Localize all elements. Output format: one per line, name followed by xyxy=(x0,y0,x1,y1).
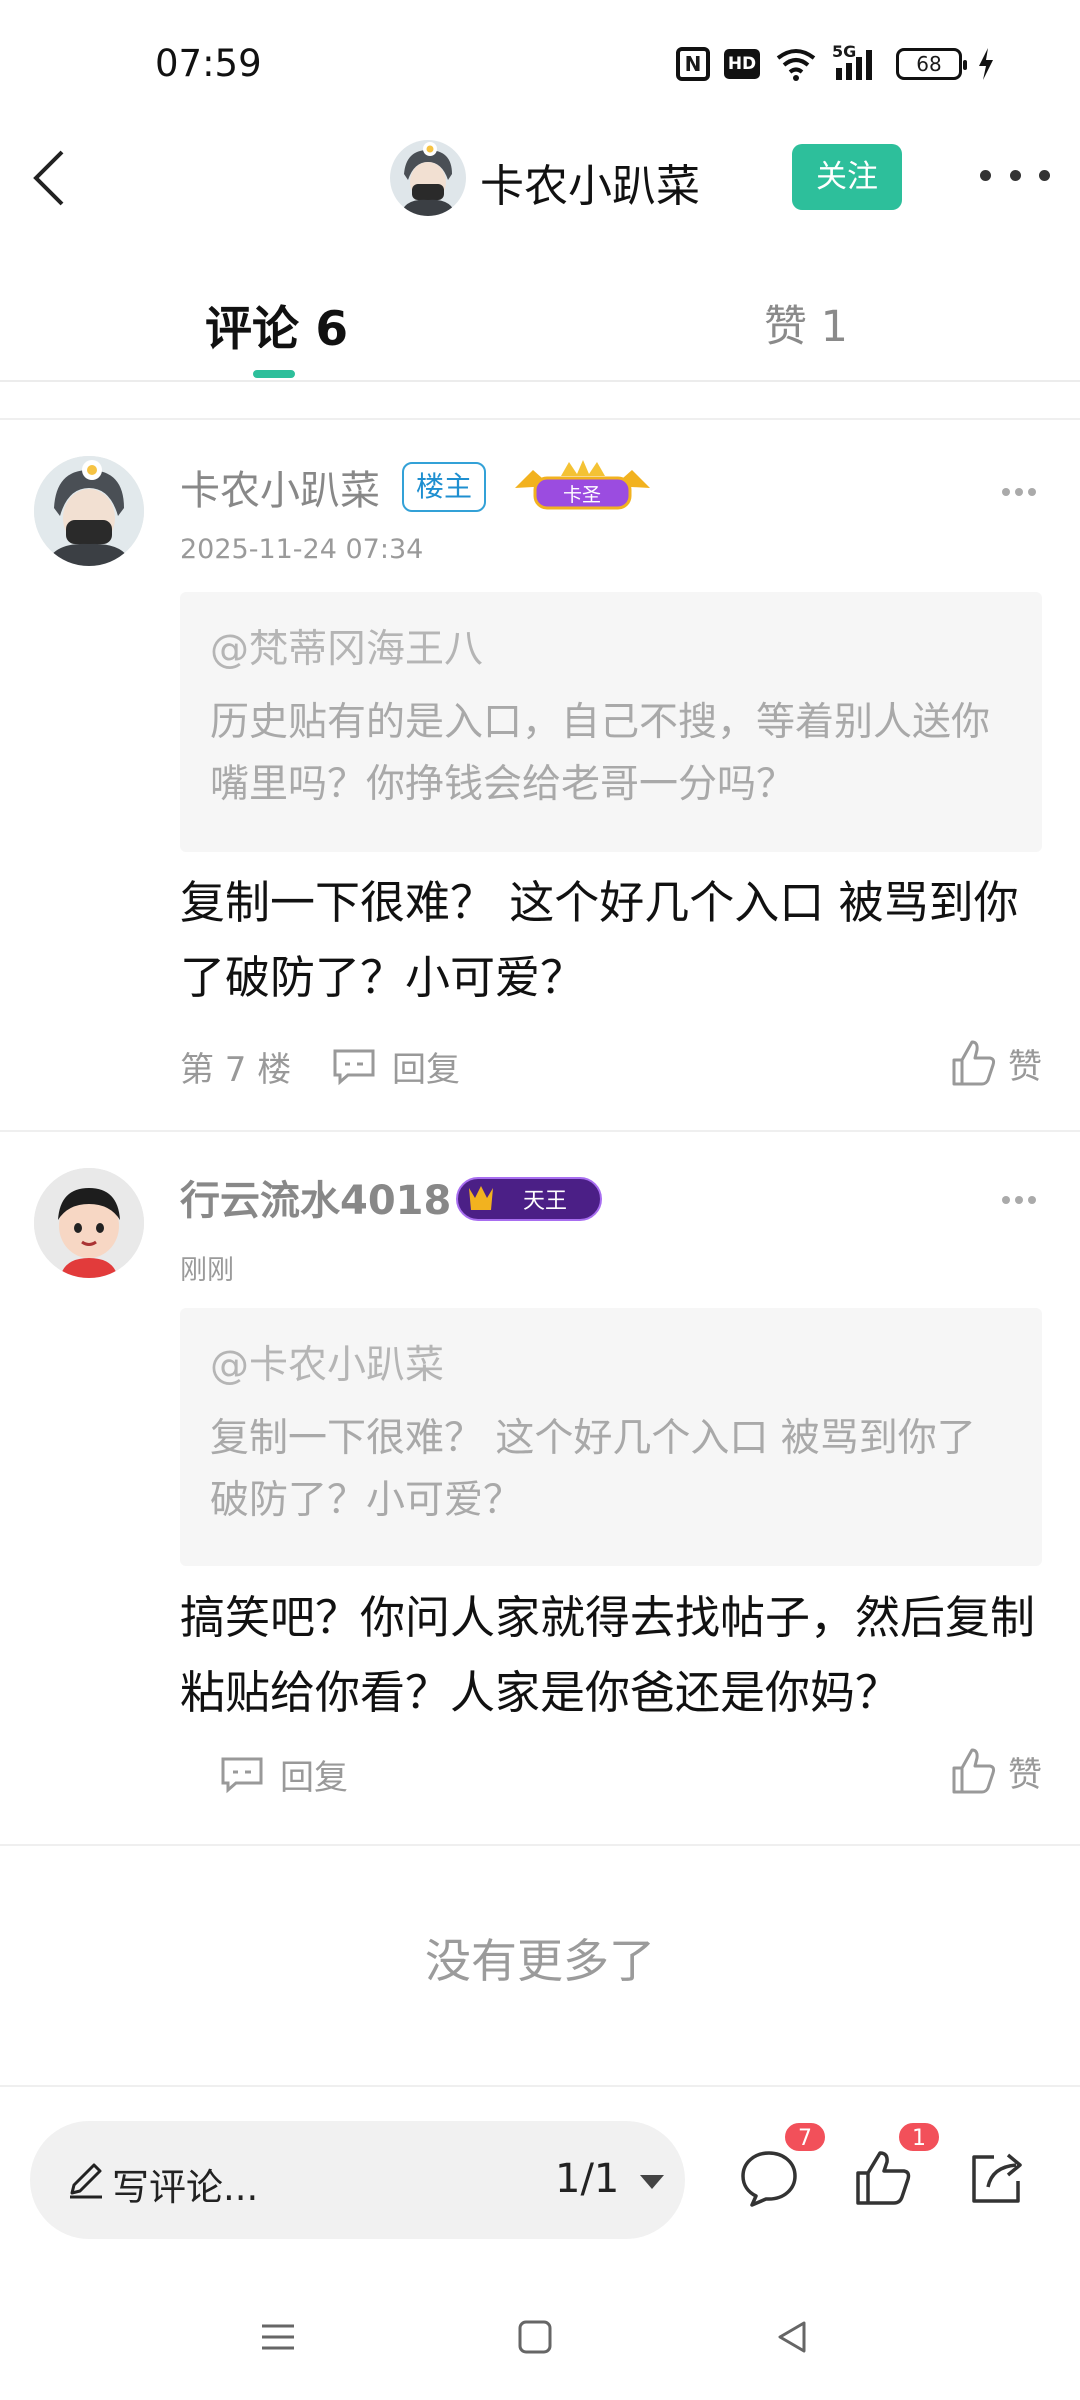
like-count-badge: 1 xyxy=(897,2121,941,2153)
reply-label: 回复 xyxy=(280,1758,348,1798)
header: 卡农小趴菜 关注 xyxy=(0,130,1080,230)
header-title[interactable]: 卡农小趴菜 xyxy=(480,150,700,214)
more-options-icon[interactable] xyxy=(980,150,1050,200)
comment-time: 2025-11-24 07:34 xyxy=(180,534,424,565)
wifi-icon xyxy=(774,46,818,82)
like-button[interactable]: 赞 xyxy=(948,1038,1042,1088)
level-badge-text: 天王 xyxy=(523,1189,567,1214)
share-icon[interactable] xyxy=(966,2147,1028,2209)
level-badge-crown: 卡圣 xyxy=(505,458,660,516)
reply-icon xyxy=(221,1757,263,1793)
avatar[interactable] xyxy=(34,456,144,566)
like-button[interactable]: 赞 xyxy=(948,1746,1042,1796)
quoted-comment[interactable]: @卡农小趴菜 复制一下很难？ 这个好几个入口 被骂到你了破防了？小可爱？ xyxy=(180,1308,1042,1566)
thumbs-up-icon[interactable] xyxy=(852,2147,914,2209)
header-avatar[interactable] xyxy=(390,140,466,216)
signal-5g-icon: 5G xyxy=(832,42,882,82)
quoted-text: 复制一下很难？ 这个好几个入口 被骂到你了破防了？小可爱？ xyxy=(210,1416,976,1523)
status-bar: 07:59 N HD 5G 68 xyxy=(0,0,1080,130)
level-badge-text: 卡圣 xyxy=(563,484,601,506)
thumbs-up-icon xyxy=(952,1040,996,1086)
comment-input[interactable]: 写评论... 1/1 xyxy=(30,2121,685,2239)
comment-username[interactable]: 行云流水4018 xyxy=(180,1168,451,1226)
comment-item: 卡农小趴菜 楼主 卡圣 2025-11-24 07:34 @梵蒂冈海王八 历史贴… xyxy=(0,420,1080,1130)
floor-number: 第 7 楼 xyxy=(180,1050,292,1090)
divider xyxy=(0,1844,1080,1846)
reply-button[interactable]: 回复 xyxy=(330,1042,460,1091)
home-icon[interactable] xyxy=(515,2317,555,2357)
battery-icon: 68 xyxy=(896,48,967,80)
avatar[interactable] xyxy=(34,1168,144,1278)
like-label: 赞 xyxy=(1008,1046,1042,1087)
status-icons: N HD 5G 68 xyxy=(676,42,996,82)
quoted-username: @梵蒂冈海王八 xyxy=(210,627,484,672)
comment-time: 刚刚 xyxy=(180,1255,234,1286)
tab-likes[interactable]: 赞 1 xyxy=(764,292,848,354)
comment-body: 复制一下很难？ 这个好几个入口 被骂到你了破防了？小可爱？ xyxy=(180,876,1019,1004)
status-time: 07:59 xyxy=(155,42,262,85)
quoted-comment[interactable]: @梵蒂冈海王八 历史贴有的是入口，自己不搜，等着别人送你嘴里吗？你挣钱会给老哥一… xyxy=(180,592,1042,852)
like-label: 赞 xyxy=(1008,1754,1042,1795)
page-indicator[interactable]: 1/1 xyxy=(555,2156,619,2202)
comment-username[interactable]: 卡农小趴菜 xyxy=(180,458,380,516)
reply-button[interactable]: 回复 xyxy=(218,1750,348,1799)
tab-bar: 评论 6 赞 1 xyxy=(0,270,1080,382)
comment-more-icon[interactable] xyxy=(1002,1196,1036,1208)
back-triangle-icon[interactable] xyxy=(772,2317,812,2357)
charging-icon xyxy=(976,46,996,82)
follow-button[interactable]: 关注 xyxy=(792,144,902,210)
comment-body: 搞笑吧？你问人家就得去找帖子，然后复制粘贴给你看？人家是你爸还是你妈？ xyxy=(180,1591,1036,1719)
comment-item: 行云流水4018 天王 刚刚 @卡农小趴菜 复制一下很难？ 这个好几个入口 被骂… xyxy=(0,1132,1080,1842)
network-label: 5G xyxy=(832,42,857,61)
thumbs-up-icon xyxy=(952,1748,996,1794)
bottom-action-bar: 写评论... 1/1 7 1 xyxy=(0,2085,1080,2275)
tab-comments[interactable]: 评论 6 xyxy=(205,290,348,359)
back-icon[interactable] xyxy=(22,142,92,212)
reply-label: 回复 xyxy=(392,1050,460,1090)
no-more-text: 没有更多了 xyxy=(425,1934,655,1988)
quoted-username: @卡农小趴菜 xyxy=(210,1343,445,1388)
menu-icon[interactable] xyxy=(258,2317,298,2357)
pencil-icon xyxy=(70,2163,102,2199)
nfc-icon: N xyxy=(676,47,710,81)
comment-more-icon[interactable] xyxy=(1002,488,1036,500)
chevron-down-icon[interactable] xyxy=(638,2173,666,2191)
tab-active-indicator xyxy=(253,370,295,378)
comment-count-badge: 7 xyxy=(783,2121,827,2153)
quoted-text: 历史贴有的是入口，自己不搜，等着别人送你嘴里吗？你挣钱会给老哥一分吗？ xyxy=(210,700,991,807)
level-badge-king: 天王 xyxy=(455,1174,603,1224)
hd-icon: HD xyxy=(724,49,760,79)
comment-icon[interactable] xyxy=(738,2147,800,2209)
owner-badge: 楼主 xyxy=(402,462,487,512)
comment-input-placeholder: 写评论... xyxy=(112,2166,259,2209)
reply-icon xyxy=(333,1049,375,1085)
system-navigation-bar xyxy=(0,2275,1080,2400)
